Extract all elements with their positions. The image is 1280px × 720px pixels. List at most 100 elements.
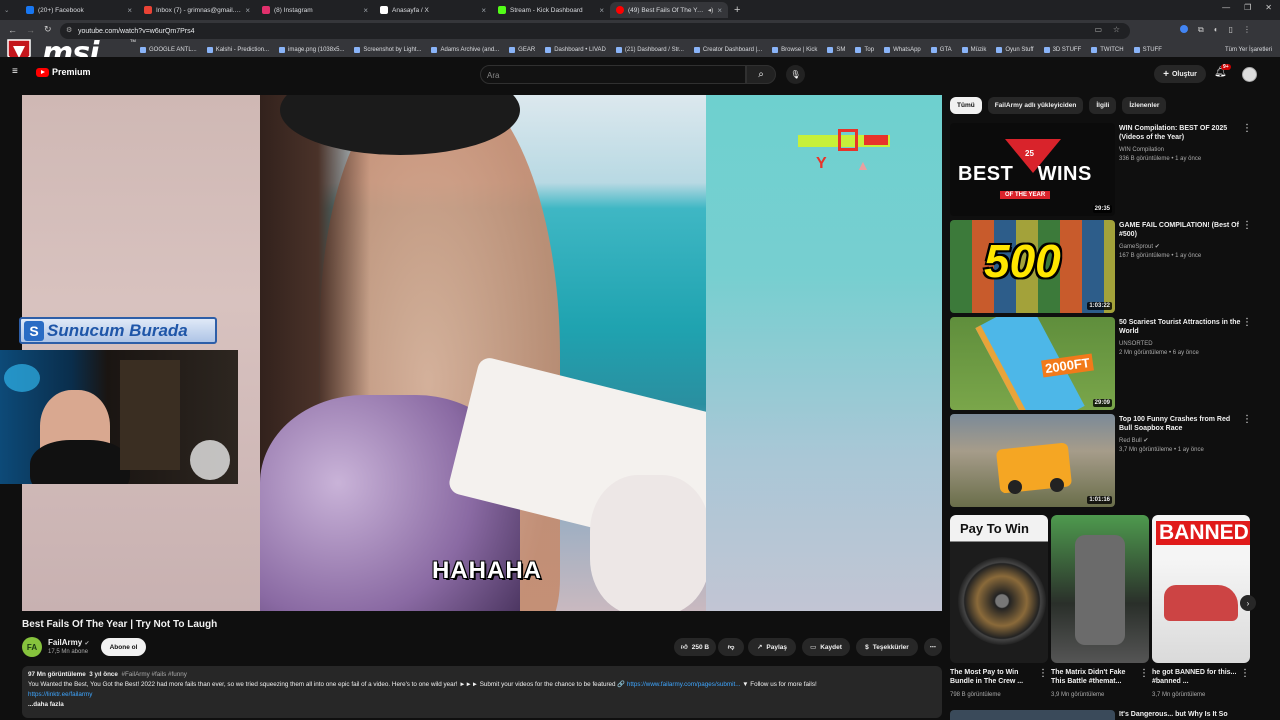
bookmark-item[interactable]: STUFF (1133, 46, 1162, 53)
tab-youtube[interactable]: (49) Best Fails Of The Year ◂) × (610, 2, 728, 18)
linktree-link[interactable]: https://linktr.ee/failarmy (28, 690, 936, 700)
bookmark-item[interactable]: GOOGLE ANTL... (140, 46, 197, 53)
puzzle-icon[interactable]: ⧉ (1198, 25, 1204, 35)
kebab-menu-icon[interactable]: ⋮ (1139, 668, 1149, 679)
tab-facebook[interactable]: (20+) Facebook × (20, 2, 138, 18)
chip-watched[interactable]: İzlenenler (1122, 97, 1167, 114)
profile-icon[interactable]: ◐ (1214, 25, 1219, 35)
bookmark-item[interactable]: GTA (930, 46, 952, 53)
maximize-icon[interactable]: ❐ (1244, 3, 1251, 12)
shorts-next-button[interactable]: › (1240, 595, 1256, 611)
youtube-logo[interactable]: Premium (36, 67, 91, 77)
video-title[interactable]: 50 Scariest Tourist Attractions in the W… (1119, 318, 1241, 336)
voice-search-button[interactable]: 🎙 (786, 65, 805, 84)
close-icon[interactable]: × (127, 6, 132, 15)
bookmark-item[interactable]: Kalshi - Prediction... (206, 46, 269, 53)
video-title[interactable]: WIN Compilation: BEST OF 2025 (Videos of… (1119, 124, 1241, 142)
video-title[interactable]: GAME FAIL COMPILATION! (Best Of #500) (1119, 221, 1241, 239)
thanks-button[interactable]: $ Teşekkürler (856, 638, 918, 656)
chip-from-uploader[interactable]: FailArmy adlı yükleyiciden (987, 97, 1084, 114)
cast-icon[interactable]: ▭ (1094, 25, 1102, 34)
video-thumbnail[interactable]: 2000FT 29:09 (950, 317, 1115, 410)
close-icon[interactable]: × (363, 6, 368, 15)
dislike-button[interactable]: 👎︎ (718, 638, 744, 656)
channel-name[interactable]: FailArmy ✔ (48, 638, 90, 647)
hamburger-menu-icon[interactable]: ≡ (12, 66, 18, 77)
bookmark-item[interactable]: Dashboard • LIVAD (545, 46, 606, 53)
kebab-menu-icon[interactable]: ⋮ (1242, 317, 1252, 328)
tab-menu[interactable]: ⌄ (0, 2, 20, 18)
bookmark-item[interactable]: 3D STUFF (1043, 46, 1081, 53)
recommended-video[interactable]: BEST WINS 25 OF THE YEAR 29:35 WIN Compi… (950, 123, 1270, 216)
tab-x[interactable]: Anasayfa / X × (374, 2, 492, 18)
window-close-icon[interactable]: ✕ (1265, 3, 1272, 12)
bookmark-item[interactable]: Creator Dashboard |... (693, 46, 762, 53)
show-more-button[interactable]: ...daha fazla (28, 700, 936, 710)
close-icon[interactable]: × (599, 6, 604, 15)
video-thumbnail[interactable]: BEST WINS 25 OF THE YEAR 29:35 (950, 123, 1115, 216)
kebab-menu-icon[interactable]: ⋮ (1242, 123, 1252, 134)
bookmark-item[interactable]: Müzik (961, 46, 986, 53)
description-link[interactable]: https://www.failarmy.com/pages/submit... (627, 681, 741, 688)
subscribe-button[interactable]: Abone ol (101, 638, 146, 656)
avatar[interactable] (1242, 67, 1257, 82)
short-thumbnail[interactable]: Pay To Win (950, 515, 1048, 663)
bookmark-item[interactable]: WhatsApp (884, 46, 921, 53)
video-thumbnail[interactable]: 500 1:03:22 (950, 220, 1115, 313)
share-button[interactable]: ↗ Paylaş (748, 638, 796, 656)
speaker-icon[interactable]: ◂) (708, 6, 713, 14)
site-info-icon[interactable]: ⚙ (66, 26, 72, 34)
save-button[interactable]: ▭ Kaydet (802, 638, 850, 656)
bookmark-item[interactable]: (21) Dashboard / Str... (615, 46, 684, 53)
short-thumbnail[interactable] (1051, 515, 1149, 663)
recommended-video[interactable]: 2000FT 29:09 50 Scariest Tourist Attract… (950, 317, 1270, 410)
create-button[interactable]: + Oluştur (1154, 65, 1206, 83)
like-button[interactable]: 👍︎ 250 B (674, 638, 716, 656)
more-actions-button[interactable]: ⋯ (924, 638, 942, 656)
search-input[interactable]: Ara (480, 65, 746, 84)
short-thumbnail[interactable]: BANNED (1152, 515, 1250, 663)
channel-name[interactable]: Red Bull ✔ (1119, 437, 1148, 445)
next-recommended-thumbnail[interactable] (950, 710, 1115, 720)
bookmark-star-icon[interactable]: ☆ (1113, 25, 1120, 34)
menu-kebab-icon[interactable]: ⋮ (1243, 25, 1251, 35)
next-recommended-title[interactable]: It's Dangerous... but Why Is It So (1119, 711, 1228, 718)
bookmark-item[interactable]: GEAR (509, 46, 535, 53)
channel-name[interactable]: GameSprout ✔ (1119, 243, 1160, 251)
new-tab-button[interactable]: + (734, 4, 740, 16)
bookmark-item[interactable]: Top (855, 46, 874, 53)
notifications-button[interactable]: 🔔︎ 9+ (1214, 64, 1231, 78)
chip-all[interactable]: Tümü (950, 97, 982, 114)
bookmark-item[interactable]: Oyun Stuff (996, 46, 1034, 53)
channel-name[interactable]: UNSORTED (1119, 340, 1153, 348)
extension-icon[interactable] (1180, 25, 1188, 33)
bookmark-item[interactable]: Browse | Kick (772, 46, 817, 53)
close-icon[interactable]: × (717, 6, 722, 15)
close-icon[interactable]: × (481, 6, 486, 15)
minimize-icon[interactable]: — (1222, 3, 1230, 12)
channel-avatar[interactable]: FA (22, 637, 42, 657)
tab-kick[interactable]: Stream - Kick Dashboard × (492, 2, 610, 18)
short-title[interactable]: The Most Pay to Win Bundle in The Crew .… (950, 668, 1036, 686)
channel-name[interactable]: WIN Compilation (1119, 146, 1164, 154)
recommended-video[interactable]: 500 1:03:22 GAME FAIL COMPILATION! (Best… (950, 220, 1270, 313)
recommended-video[interactable]: 1:01:16 Top 100 Funny Crashes from Red B… (950, 414, 1270, 507)
bookmark-item[interactable]: Adams Archive (and... (431, 46, 499, 53)
bookmark-item[interactable]: TWITCH (1091, 46, 1124, 53)
kebab-menu-icon[interactable]: ⋮ (1242, 414, 1252, 425)
kebab-menu-icon[interactable]: ⋮ (1240, 668, 1250, 679)
chip-related[interactable]: İlgili (1089, 97, 1117, 114)
all-bookmarks-button[interactable]: Tüm Yer İşaretleri (1225, 47, 1280, 53)
url-input[interactable]: ⚙ youtube.com/watch?v=w6urQm7Prs4 ▭ ☆ (60, 23, 1130, 39)
video-title[interactable]: Top 100 Funny Crashes from Red Bull Soap… (1119, 415, 1241, 433)
description-box[interactable]: 97 Mn görüntüleme 3 yıl önce #FailArmy #… (22, 666, 942, 718)
video-thumbnail[interactable]: 1:01:16 (950, 414, 1115, 507)
bookmark-sidebar-icon[interactable]: ▯ (1229, 25, 1233, 35)
close-icon[interactable]: × (245, 6, 250, 15)
tab-instagram[interactable]: (8) Instagram × (256, 2, 374, 18)
kebab-menu-icon[interactable]: ⋮ (1242, 220, 1252, 231)
bookmark-item[interactable]: Screenshot by Light... (354, 46, 421, 53)
bookmark-item[interactable]: SM (827, 46, 845, 53)
tab-gmail[interactable]: Inbox (7) - grimnas@gmail.com × (138, 2, 256, 18)
short-title[interactable]: The Matrix Didn't Fake This Battle #them… (1051, 668, 1137, 686)
